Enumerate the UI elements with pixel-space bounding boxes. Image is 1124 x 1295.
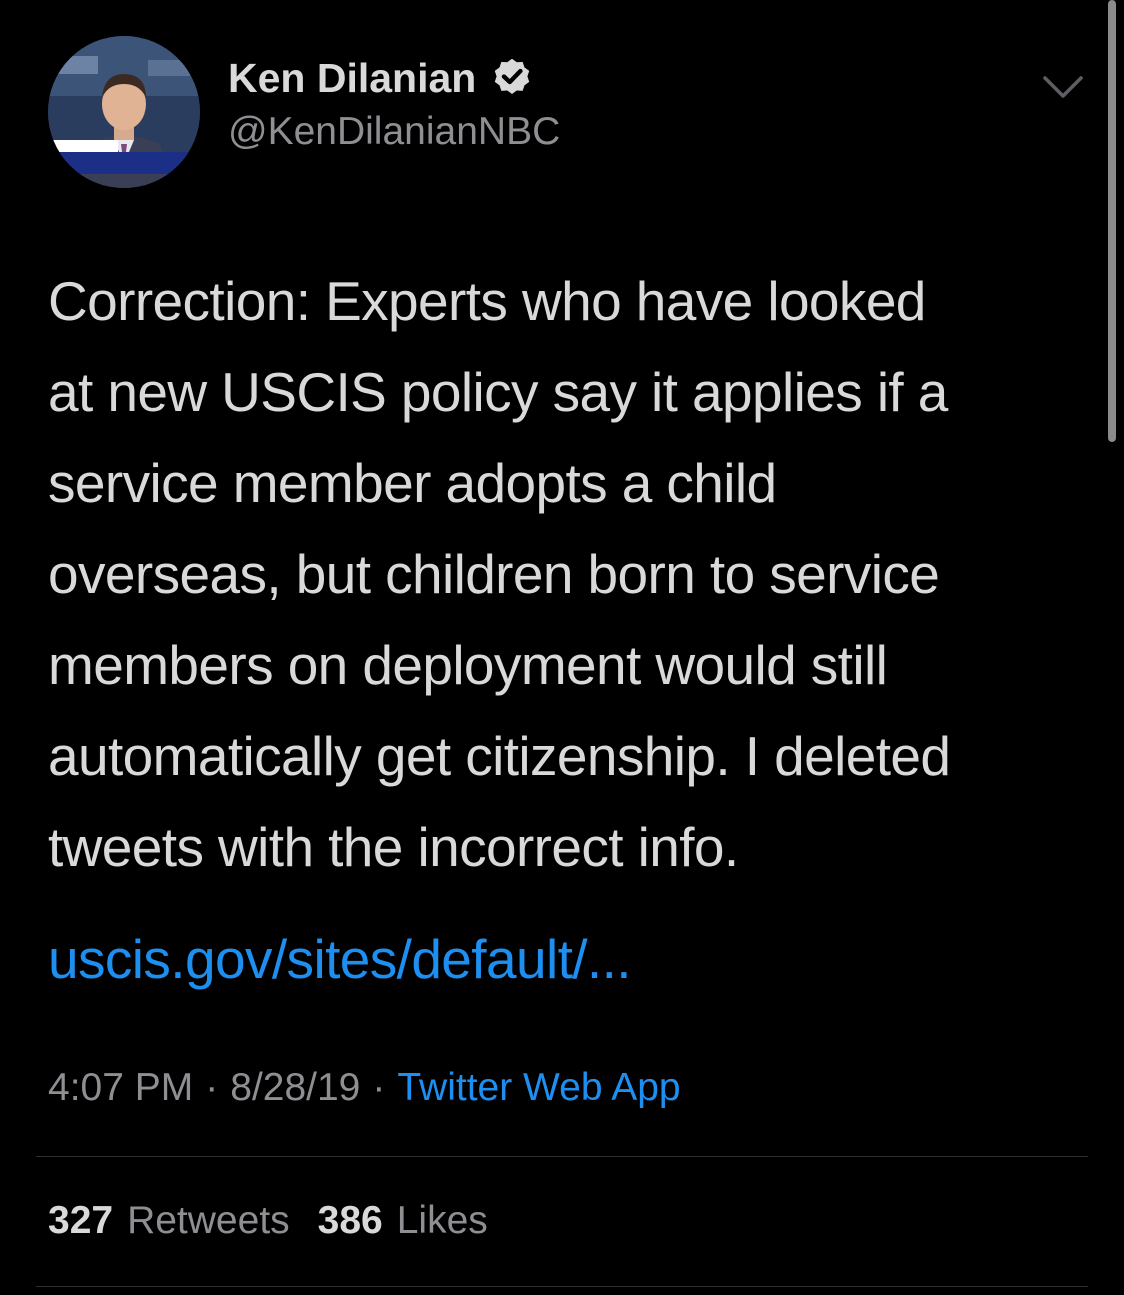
retweets-stat[interactable]: 327 Retweets (48, 1199, 290, 1243)
tweet-text: Correction: Experts who have looked at n… (48, 270, 951, 878)
tweet-source-link[interactable]: Twitter Web App (397, 1066, 680, 1110)
likes-label: Likes (396, 1199, 488, 1242)
retweets-label: Retweets (127, 1199, 290, 1242)
profile-photo (48, 36, 200, 188)
tweet-time: 4:07 PM (48, 1066, 194, 1109)
avatar[interactable] (48, 36, 200, 188)
verified-badge-icon (495, 58, 530, 94)
tweet-stats: 327 Retweets 386 Likes (48, 1193, 516, 1249)
meta-separator: · (372, 1066, 386, 1109)
tweet-meta: 4:07 PM · 8/28/19 · Twitter Web App (48, 1060, 681, 1116)
divider (36, 1286, 1088, 1287)
retweets-count: 327 (48, 1199, 114, 1242)
chevron-down-icon[interactable] (1042, 72, 1084, 102)
tweet-date: 8/28/19 (230, 1066, 361, 1109)
meta-separator: · (205, 1066, 219, 1109)
display-name[interactable]: Ken Dilanian (228, 52, 534, 104)
likes-stat[interactable]: 386 Likes (318, 1199, 488, 1243)
display-name-text: Ken Dilanian (228, 54, 477, 101)
likes-count: 386 (317, 1199, 383, 1242)
handle[interactable]: @KenDilanianNBC (228, 110, 560, 154)
tweet-link[interactable]: uscis.gov/sites/default/... (48, 914, 632, 1005)
divider (36, 1156, 1088, 1157)
scrollbar[interactable] (1108, 0, 1116, 442)
